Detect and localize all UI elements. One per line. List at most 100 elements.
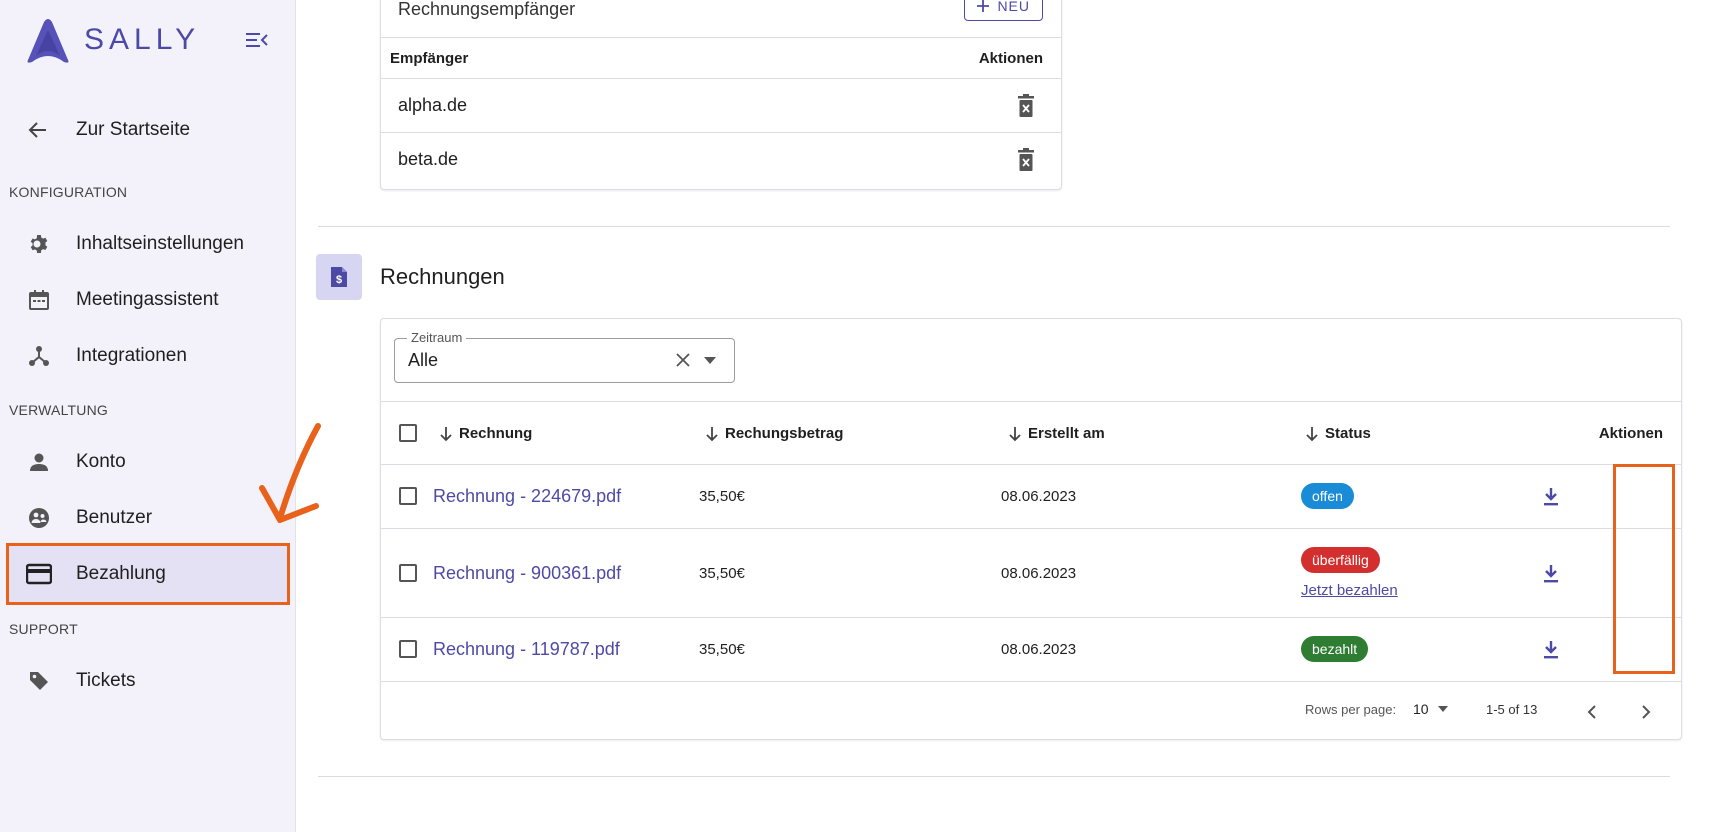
sally-logo-icon bbox=[27, 19, 69, 63]
period-select-value: Alle bbox=[408, 350, 439, 370]
recipient-name: alpha.de bbox=[398, 95, 468, 115]
table-row: alpha.de bbox=[381, 79, 1061, 133]
add-recipient-button[interactable]: NEU bbox=[964, 0, 1043, 21]
invoice-amount: 35,50€ bbox=[699, 641, 745, 658]
download-icon[interactable] bbox=[1543, 564, 1559, 584]
col-invoice[interactable]: Rechnung bbox=[439, 425, 532, 442]
brand-logo[interactable]: SALLY bbox=[22, 16, 200, 64]
sidebar: SALLY Zur Startseite KONFIGURATION Inhal… bbox=[0, 0, 296, 832]
section-konfiguration: KONFIGURATION bbox=[9, 184, 128, 200]
download-icon[interactable] bbox=[1543, 487, 1559, 507]
sidebar-item-benutzer[interactable]: Benutzer bbox=[6, 490, 286, 546]
brand-name: SALLY bbox=[84, 23, 201, 56]
sort-arrow-down-icon bbox=[440, 426, 452, 441]
sidebar-item-bezahlung[interactable]: Bezahlung bbox=[6, 543, 290, 605]
invoice-date: 08.06.2023 bbox=[1001, 641, 1077, 658]
recipients-card: Rechnungsempfänger NEU Empfänger Aktione… bbox=[380, 0, 1062, 190]
invoice-date: 08.06.2023 bbox=[1001, 488, 1077, 505]
invoice-date: 08.06.2023 bbox=[1001, 565, 1077, 582]
plus-icon bbox=[977, 0, 990, 12]
invoice-amount: 35,50€ bbox=[699, 488, 745, 505]
row-checkbox[interactable] bbox=[399, 564, 417, 582]
recipient-name: beta.de bbox=[398, 149, 459, 169]
rows-per-page-select[interactable]: 10 bbox=[1413, 701, 1448, 717]
recipients-title: Rechnungsempfänger bbox=[398, 0, 576, 19]
table-row: beta.de bbox=[381, 133, 1061, 187]
back-to-home-link[interactable]: Zur Startseite bbox=[26, 118, 190, 142]
col-created-label: Erstellt am bbox=[1028, 425, 1105, 442]
chevron-right-icon[interactable] bbox=[1641, 704, 1651, 720]
sidebar-item-meetingassistent[interactable]: Meetingassistent bbox=[6, 272, 286, 328]
table-row: Rechnung - 224679.pdf 35,50€ 08.06.2023 … bbox=[381, 465, 1681, 529]
sort-arrow-down-icon bbox=[706, 426, 718, 441]
invoice-section-icon: $ bbox=[316, 254, 362, 300]
main-content: Rechnungsempfänger NEU Empfänger Aktione… bbox=[296, 0, 1712, 832]
sidebar-item-inhaltseinstellungen[interactable]: Inhaltseinstellungen bbox=[6, 216, 286, 272]
pay-now-link[interactable]: Jetzt bezahlen bbox=[1301, 582, 1398, 599]
sort-arrow-down-icon bbox=[1306, 426, 1318, 441]
chevron-left-icon[interactable] bbox=[1587, 704, 1597, 720]
period-select-label: Zeitraum bbox=[407, 330, 467, 345]
collapse-menu-button[interactable] bbox=[246, 30, 268, 55]
users-group-icon bbox=[26, 505, 52, 531]
sidebar-item-label: Meetingassistent bbox=[76, 289, 219, 310]
recipients-table-header: Empfänger Aktionen bbox=[381, 37, 1061, 79]
status-badge: offen bbox=[1301, 483, 1354, 509]
section-verwaltung: VERWALTUNG bbox=[9, 402, 108, 418]
hub-icon bbox=[26, 343, 52, 369]
sidebar-item-label: Tickets bbox=[76, 670, 136, 691]
sidebar-item-label: Bezahlung bbox=[76, 563, 166, 584]
sidebar-item-label: Benutzer bbox=[76, 507, 153, 528]
caret-down-icon bbox=[1437, 706, 1448, 712]
back-label: Zur Startseite bbox=[76, 119, 191, 140]
sidebar-item-label: Inhaltseinstellungen bbox=[76, 233, 244, 254]
invoice-amount: 35,50€ bbox=[699, 565, 745, 582]
sidebar-item-label: Konto bbox=[76, 451, 126, 472]
arrow-left-icon bbox=[28, 122, 46, 138]
col-status-label: Status bbox=[1325, 425, 1371, 442]
menu-collapse-icon bbox=[246, 33, 268, 47]
status-badge: überfällig bbox=[1301, 547, 1380, 573]
table-row: Rechnung - 900361.pdf 35,50€ 08.06.2023 … bbox=[381, 529, 1681, 618]
select-all-checkbox[interactable] bbox=[399, 424, 417, 442]
period-select[interactable]: Zeitraum Alle bbox=[394, 330, 735, 383]
invoice-link[interactable]: Rechnung - 224679.pdf bbox=[433, 486, 621, 507]
row-checkbox[interactable] bbox=[399, 640, 417, 658]
col-amount-label: Rechungsbetrag bbox=[725, 425, 844, 442]
invoice-link[interactable]: Rechnung - 900361.pdf bbox=[433, 563, 621, 584]
col-created[interactable]: Erstellt am bbox=[1008, 425, 1105, 442]
invoices-card: Zeitraum Alle Rechnung Rechungsbetrag Er… bbox=[380, 318, 1682, 740]
person-icon bbox=[26, 449, 52, 475]
sidebar-item-label: Integrationen bbox=[76, 345, 187, 366]
gear-icon bbox=[26, 231, 52, 257]
col-actions: Aktionen bbox=[978, 50, 1043, 67]
svg-text:$: $ bbox=[336, 274, 342, 286]
row-checkbox[interactable] bbox=[399, 487, 417, 505]
status-badge: bezahlt bbox=[1301, 636, 1369, 662]
tag-icon bbox=[26, 668, 52, 694]
invoices-table-header: Rechnung Rechungsbetrag Erstellt am Stat… bbox=[381, 401, 1681, 465]
sort-arrow-down-icon bbox=[1009, 426, 1021, 441]
clear-icon[interactable] bbox=[674, 351, 692, 369]
invoice-link[interactable]: Rechnung - 119787.pdf bbox=[433, 639, 620, 660]
sidebar-item-tickets[interactable]: Tickets bbox=[6, 653, 286, 709]
col-amount[interactable]: Rechungsbetrag bbox=[705, 425, 843, 442]
col-invoice-label: Rechnung bbox=[459, 425, 533, 442]
table-row: Rechnung - 119787.pdf 35,50€ 08.06.2023 … bbox=[381, 618, 1681, 682]
delete-icon[interactable] bbox=[1017, 148, 1035, 172]
sidebar-item-integrationen[interactable]: Integrationen bbox=[6, 328, 286, 384]
add-recipient-label: NEU bbox=[997, 0, 1030, 14]
caret-down-icon[interactable] bbox=[704, 357, 716, 364]
col-actions: Aktionen bbox=[1598, 425, 1663, 442]
annotation-highlight-box bbox=[1613, 464, 1675, 674]
col-recipient: Empfänger bbox=[390, 50, 469, 67]
download-icon[interactable] bbox=[1543, 640, 1559, 660]
rows-per-page-value: 10 bbox=[1413, 701, 1429, 717]
calendar-icon bbox=[26, 287, 52, 313]
invoices-title: Rechnungen bbox=[380, 264, 505, 289]
sidebar-item-konto[interactable]: Konto bbox=[6, 434, 286, 490]
credit-card-icon bbox=[26, 561, 52, 587]
delete-icon[interactable] bbox=[1017, 94, 1035, 118]
col-status[interactable]: Status bbox=[1305, 425, 1371, 442]
section-divider bbox=[318, 226, 1670, 227]
